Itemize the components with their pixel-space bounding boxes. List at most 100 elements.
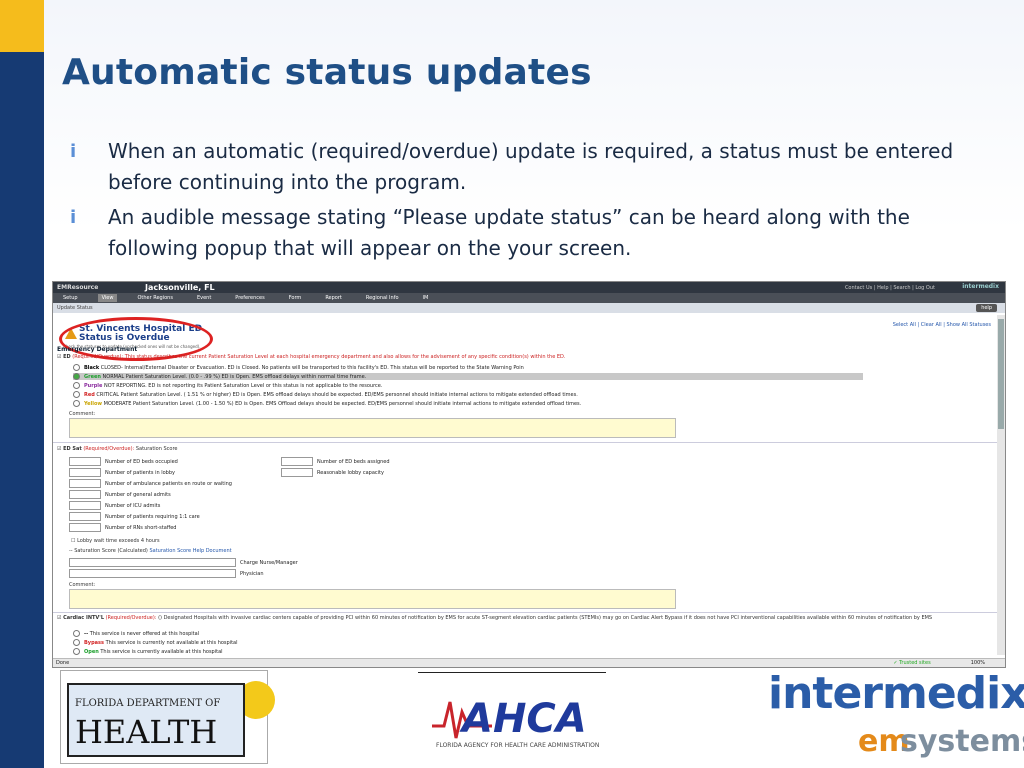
status-zoom[interactable]: 100% [971,660,985,666]
lobby-wait-label: Lobby wait time exceeds 4 hours [77,538,160,544]
cardiac-row: ☑ Cardiac INTV'L (Required/Overdue): () … [57,615,977,621]
text-input[interactable] [69,558,236,567]
app-top-bar: EMResource Jacksonville, FL Contact Us |… [53,282,1005,293]
field-label: Number of ICU admits [105,503,161,509]
edsat-comment-input[interactable] [69,589,676,609]
number-input[interactable] [281,457,313,466]
help-button[interactable]: help [976,304,997,312]
status-trusted-text: Trusted sites [899,660,931,666]
ed-comment-input[interactable] [69,418,676,438]
field-one-to-one-care: Number of patients requiring 1:1 care [69,512,200,521]
nav-setup[interactable]: Setup [59,294,82,302]
app-brand: EMResource [57,284,99,291]
emsystems-systems-text: systems [900,724,1024,759]
ed-comment-label: Comment: [69,411,96,417]
cardiac-required: (Required/Overdue): [105,615,157,621]
text-input[interactable] [69,569,236,578]
field-label: Charge Nurse/Manager [240,560,298,566]
health-logo-frame: FLORIDA DEPARTMENT OF HEALTH [67,683,245,757]
number-input[interactable] [69,512,101,521]
left-accent-bar [0,0,44,768]
bullet-item: i An audible message stating “Please upd… [70,202,970,264]
radio-button[interactable] [73,391,80,398]
health-logo-top-text: FLORIDA DEPARTMENT OF [75,698,221,709]
number-input[interactable] [69,468,101,477]
option-label: Green [84,374,101,380]
region-name: Jacksonville, FL [145,283,215,292]
ed-option-red[interactable]: Red CRITICAL Patient Saturation Level. (… [73,391,578,398]
vertical-scrollbar[interactable] [997,315,1005,655]
cardiac-option-never[interactable]: -- This service is never offered at this… [73,630,199,637]
nav-other-regions[interactable]: Other Regions [133,294,177,302]
field-label: Number of ED beds assigned [317,459,390,465]
status-trusted: ✓ Trusted sites [893,660,931,666]
ahca-logo-text: AHCA [462,696,587,742]
radio-button[interactable] [73,364,80,371]
radio-button[interactable] [73,630,80,637]
field-label: Number of ED beds occupied [105,459,178,465]
nav-preferences[interactable]: Preferences [231,294,268,302]
option-text: CLOSED- Internal/External Disaster or Ev… [100,365,524,371]
left-accent-yellow [0,0,44,52]
ed-row: ☑ ED (Required/Overdue): This status des… [57,354,566,360]
option-label: Open [84,649,99,655]
ed-option-yellow[interactable]: Yellow MODERATE Patient Saturation Level… [73,400,581,407]
option-label: Black [84,365,100,371]
radio-button-selected[interactable] [73,373,80,380]
radio-button[interactable] [73,648,80,655]
status-select-links[interactable]: Select All | Clear All | Show All Status… [893,322,991,328]
field-ed-beds-occupied: Number of ED beds occupied [69,457,178,466]
app-nav-bar: Setup View Other Regions Event Preferenc… [53,293,1005,303]
scrollbar-thumb[interactable] [998,319,1004,429]
number-input[interactable] [69,501,101,510]
edsat-checkbox[interactable]: ☑ [57,446,61,452]
edsat-sub: Saturation Score [135,446,178,452]
bullet-list: i When an automatic (required/overdue) u… [70,136,970,268]
sat-score-help-link[interactable]: Saturation Score Help Document [149,548,231,554]
ed-option-green[interactable]: Green NORMAL Patient Saturation Level. (… [73,373,863,380]
option-text: This service is currently not available … [105,640,238,646]
number-input[interactable] [69,479,101,488]
field-label: Number of RNs short-staffed [105,525,177,531]
ed-description: (Required/Overdue): This status describe… [72,354,566,360]
ed-option-purple[interactable]: Purple NOT REPORTING. ED is not reportin… [73,382,382,389]
option-label: Purple [84,383,103,389]
number-input[interactable] [281,468,313,477]
nav-view[interactable]: View [97,294,118,302]
field-physician: Physician [69,569,264,578]
bullet-text: An audible message stating “Please updat… [108,205,910,260]
field-label: Number of patients in lobby [105,470,175,476]
edsat-comment-label: Comment: [69,582,96,588]
option-text: NORMAL Patient Saturation Level. (0.0 - … [102,374,367,380]
number-input[interactable] [69,490,101,499]
ed-checkbox[interactable]: ☑ [57,354,61,360]
option-label: Red [84,392,95,398]
option-text: MODERATE Patient Saturation Level. (1.00… [103,401,582,407]
ed-option-black[interactable]: Black CLOSED- Internal/External Disaster… [73,364,524,371]
section-divider [53,442,1005,443]
cardiac-option-bypass[interactable]: Bypass This service is currently not ava… [73,639,238,646]
section-emergency-department: Emergency Department [57,346,138,353]
cardiac-checkbox[interactable]: ☑ [57,615,61,621]
option-text: This service is currently available at t… [100,649,223,655]
health-logo-main-text: HEALTH [75,713,218,751]
radio-button[interactable] [73,382,80,389]
cardiac-option-open[interactable]: Open This service is currently available… [73,648,223,655]
ahca-logo-subtext: FLORIDA AGENCY FOR HEALTH CARE ADMINISTR… [436,742,600,749]
radio-button[interactable] [73,639,80,646]
lobby-wait-checkbox[interactable]: ☐ [71,538,75,544]
nav-im[interactable]: IM [419,294,433,302]
nav-report[interactable]: Report [321,294,346,302]
nav-form[interactable]: Form [285,294,306,302]
bullet-icon: i [70,207,77,228]
field-label: Number of ambulance patients en route or… [105,481,232,487]
number-input[interactable] [69,457,101,466]
field-rns-short-staffed: Number of RNs short-staffed [69,523,176,532]
nav-event[interactable]: Event [193,294,215,302]
nav-regional-info[interactable]: Regional Info [362,294,403,302]
cardiac-description: () Designated Hospitals with invasive ca… [158,615,933,621]
option-label: Yellow [84,401,103,407]
radio-button[interactable] [73,400,80,407]
field-label: Physician [240,571,264,577]
number-input[interactable] [69,523,101,532]
